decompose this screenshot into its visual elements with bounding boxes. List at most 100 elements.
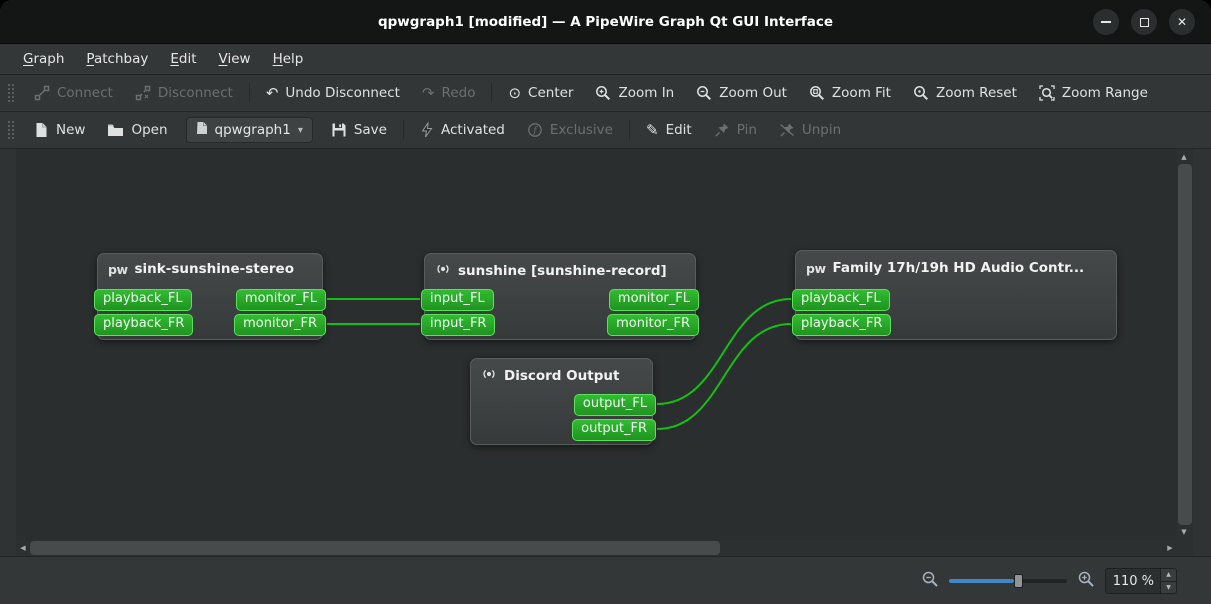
toolbar-drag-handle[interactable] bbox=[7, 83, 14, 103]
unpin-button[interactable]: Unpin bbox=[768, 117, 852, 143]
zoom-out-small-icon[interactable] bbox=[921, 570, 939, 592]
zoom-out-button[interactable]: Zoom Out bbox=[685, 80, 798, 106]
node-family-hd-audio[interactable]: pw Family 17h/19h HD Audio Contr... play… bbox=[792, 250, 1117, 340]
scroll-down-icon[interactable]: ▼ bbox=[1177, 524, 1191, 540]
patchbay-select[interactable]: qpwgraph1 ▾ bbox=[185, 117, 313, 143]
zoom-range-icon bbox=[1039, 85, 1055, 101]
horizontal-scrollbar-thumb[interactable] bbox=[30, 541, 720, 555]
menu-patchbay[interactable]: Patchbay bbox=[75, 47, 159, 71]
maximize-icon bbox=[1139, 17, 1149, 27]
undo-disconnect-label: Undo Disconnect bbox=[285, 85, 400, 101]
minimize-button[interactable] bbox=[1093, 9, 1119, 35]
save-icon bbox=[331, 122, 347, 138]
menu-view-label: iew bbox=[227, 51, 251, 67]
connect-label: Connect bbox=[57, 85, 113, 101]
pin-button[interactable]: Pin bbox=[703, 117, 768, 143]
lightning-icon bbox=[420, 122, 434, 138]
zoom-slider[interactable] bbox=[949, 573, 1067, 589]
unpin-icon bbox=[779, 122, 795, 138]
zoom-slider-thumb[interactable] bbox=[1013, 574, 1023, 588]
statusbar: 110 % ▲ ▼ bbox=[0, 556, 1211, 604]
port-input_FL[interactable]: input_FL bbox=[421, 289, 494, 311]
node-discord-output[interactable]: Discord Output output_FL output_FR bbox=[470, 358, 656, 445]
port-output_FR[interactable]: output_FR bbox=[572, 419, 656, 441]
port-playback_FL[interactable]: playback_FL bbox=[792, 289, 890, 311]
port-output_FL[interactable]: output_FL bbox=[573, 394, 656, 416]
patchbay-select-value: qpwgraph1 bbox=[214, 122, 291, 138]
new-patchbay-button[interactable]: New bbox=[23, 117, 96, 143]
zoom-reset-icon bbox=[913, 85, 929, 101]
graph-canvas[interactable]: pw sink-sunshine-stereo playback_FL play… bbox=[16, 149, 1177, 540]
menu-edit-mnemonic: E bbox=[170, 51, 179, 67]
edit-toggle[interactable]: ✎ Edit bbox=[635, 117, 703, 143]
exclusive-label: Exclusive bbox=[549, 122, 613, 138]
menu-edit[interactable]: Edit bbox=[159, 47, 207, 71]
zoom-range-button[interactable]: Zoom Range bbox=[1028, 80, 1159, 106]
scroll-right-icon[interactable]: ▶ bbox=[1163, 540, 1177, 556]
zoom-spinbox[interactable]: 110 % ▲ ▼ bbox=[1105, 568, 1177, 594]
horizontal-scrollbar[interactable]: ◀ ▶ bbox=[16, 540, 1177, 556]
disconnect-button[interactable]: Disconnect bbox=[124, 80, 244, 106]
vertical-scrollbar-thumb[interactable] bbox=[1178, 164, 1192, 525]
save-patchbay-button[interactable]: Save bbox=[320, 117, 398, 143]
minimize-icon bbox=[1101, 21, 1111, 23]
pipewire-icon: pw bbox=[108, 261, 128, 277]
spin-down-icon[interactable]: ▼ bbox=[1161, 581, 1176, 593]
port-monitor_FR[interactable]: monitor_FR bbox=[607, 314, 699, 336]
port-monitor_FL[interactable]: monitor_FL bbox=[608, 289, 699, 311]
close-button[interactable]: ✕ bbox=[1169, 9, 1195, 35]
exclusive-toggle[interactable]: f Exclusive bbox=[516, 117, 624, 143]
menu-view[interactable]: View bbox=[208, 47, 262, 71]
zoom-slider-fill bbox=[949, 579, 1014, 583]
node-header: pw sink-sunshine-stereo bbox=[98, 254, 322, 281]
menu-help-label: elp bbox=[282, 51, 304, 67]
port-monitor_FL[interactable]: monitor_FL bbox=[235, 289, 326, 311]
menubar: Graph Patchbay Edit View Help bbox=[0, 44, 1211, 75]
zoom-reset-button[interactable]: Zoom Reset bbox=[902, 80, 1028, 106]
zoom-out-icon bbox=[696, 85, 712, 101]
connect-icon bbox=[34, 85, 50, 101]
scroll-left-icon[interactable]: ◀ bbox=[16, 540, 30, 556]
port-playback_FR[interactable]: playback_FR bbox=[94, 314, 194, 336]
maximize-button[interactable] bbox=[1131, 9, 1157, 35]
menu-graph[interactable]: Graph bbox=[12, 47, 75, 71]
scrollbar-corner bbox=[1177, 540, 1193, 556]
titlebar[interactable]: qpwgraph1 [modified] — A PipeWire Graph … bbox=[0, 0, 1211, 44]
port-input_FR[interactable]: input_FR bbox=[421, 314, 496, 336]
redo-button[interactable]: ↷ Redo bbox=[411, 80, 487, 106]
activated-toggle[interactable]: Activated bbox=[409, 117, 516, 143]
open-folder-icon bbox=[107, 123, 124, 138]
open-patchbay-button[interactable]: Open bbox=[96, 117, 178, 143]
port-playback_FR[interactable]: playback_FR bbox=[792, 314, 892, 336]
toolbar-drag-handle[interactable] bbox=[7, 120, 14, 140]
undo-icon: ↶ bbox=[265, 84, 279, 102]
zoom-in-button[interactable]: Zoom In bbox=[584, 80, 685, 106]
pencil-icon: ✎ bbox=[645, 121, 659, 139]
pin-icon bbox=[714, 122, 730, 138]
menu-patchbay-label: atchbay bbox=[93, 51, 149, 67]
zoom-fit-button[interactable]: Zoom Fit bbox=[798, 80, 902, 106]
node-header: Discord Output bbox=[471, 359, 652, 390]
center-button[interactable]: ⊙ Center bbox=[497, 80, 584, 106]
zoom-value[interactable]: 110 % bbox=[1106, 569, 1160, 593]
node-sunshine[interactable]: sunshine [sunshine-record] input_FL inpu… bbox=[421, 253, 699, 340]
zoom-in-small-icon[interactable] bbox=[1077, 570, 1095, 592]
menu-patchbay-mnemonic: P bbox=[86, 51, 94, 67]
patchbay-file-icon bbox=[196, 121, 208, 139]
undo-disconnect-button[interactable]: ↶ Undo Disconnect bbox=[255, 80, 411, 106]
connect-button[interactable]: Connect bbox=[23, 80, 124, 106]
spin-up-icon[interactable]: ▲ bbox=[1161, 569, 1176, 582]
zoom-out-label: Zoom Out bbox=[719, 85, 787, 101]
zoom-fit-label: Zoom Fit bbox=[831, 85, 891, 101]
node-sink-sunshine-stereo[interactable]: pw sink-sunshine-stereo playback_FL play… bbox=[94, 253, 326, 340]
save-patchbay-label: Save bbox=[353, 122, 387, 138]
port-playback_FL[interactable]: playback_FL bbox=[94, 289, 192, 311]
speaker-icon bbox=[481, 366, 497, 386]
app-window: qpwgraph1 [modified] — A PipeWire Graph … bbox=[0, 0, 1211, 604]
pipewire-icon: pw bbox=[806, 260, 826, 276]
menu-help[interactable]: Help bbox=[262, 47, 315, 71]
window-controls: ✕ bbox=[1093, 9, 1195, 35]
port-monitor_FR[interactable]: monitor_FR bbox=[234, 314, 326, 336]
vertical-scrollbar[interactable]: ▲ ▼ bbox=[1177, 149, 1193, 540]
scroll-up-icon[interactable]: ▲ bbox=[1177, 149, 1191, 165]
